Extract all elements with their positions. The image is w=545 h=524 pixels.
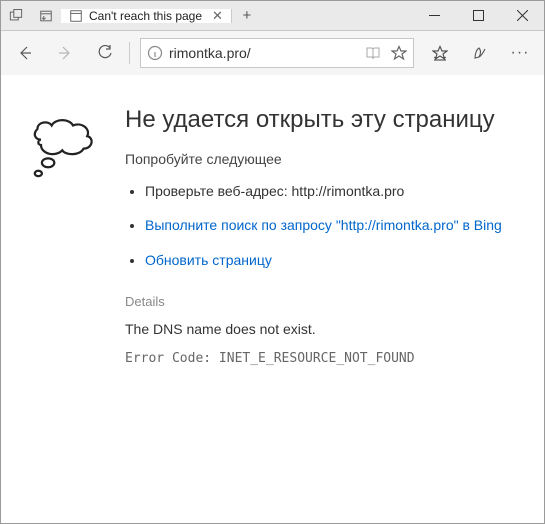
page-content: Не удается открыть эту страницу Попробуй… [1, 75, 544, 523]
details-message: The DNS name does not exist. [125, 321, 520, 337]
titlebar: Can't reach this page ✕ + [1, 1, 544, 31]
reading-view-icon[interactable] [365, 45, 381, 61]
thought-cloud-icon [25, 113, 105, 193]
search-bing-link[interactable]: Выполните поиск по запросу "http://rimon… [145, 217, 502, 233]
error-heading: Не удается открыть эту страницу [125, 105, 520, 135]
titlebar-left: Can't reach this page ✕ + [1, 1, 262, 30]
back-button[interactable] [7, 35, 43, 71]
check-prefix: Проверьте веб-адрес: [145, 183, 292, 199]
forward-button[interactable] [47, 35, 83, 71]
minimize-button[interactable] [412, 1, 456, 30]
check-url: http://rimontka.pro [292, 183, 405, 199]
address-bar[interactable]: rimontka.pro/ [140, 38, 414, 68]
browser-window: Can't reach this page ✕ + [0, 0, 545, 524]
suggestion-check-address: Проверьте веб-адрес: http://rimontka.pro [145, 181, 520, 201]
suggestion-refresh: Обновить страницу [145, 250, 520, 270]
error-body: Не удается открыть эту страницу Попробуй… [125, 105, 520, 513]
site-info-icon[interactable] [147, 45, 163, 61]
favorite-star-icon[interactable] [391, 45, 407, 61]
error-illustration [25, 105, 125, 513]
favorites-hub-button[interactable] [422, 35, 458, 71]
titlebar-spacer [262, 1, 412, 30]
suggestions-list: Проверьте веб-адрес: http://rimontka.pro… [125, 181, 520, 270]
window-controls [412, 1, 544, 30]
refresh-page-link[interactable]: Обновить страницу [145, 252, 272, 268]
error-code-label: Error Code: [125, 351, 219, 366]
toolbar-separator [129, 42, 130, 64]
maximize-button[interactable] [456, 1, 500, 30]
url-text[interactable]: rimontka.pro/ [169, 45, 359, 61]
refresh-button[interactable] [87, 35, 123, 71]
new-tab-button[interactable]: + [232, 7, 262, 24]
error-code-value: INET_E_RESOURCE_NOT_FOUND [219, 351, 415, 366]
more-menu-button[interactable]: ··· [502, 35, 538, 71]
more-icon: ··· [511, 44, 530, 62]
set-aside-tabs-button[interactable] [31, 9, 61, 23]
close-window-button[interactable] [500, 1, 544, 30]
page-icon [69, 9, 83, 23]
try-label: Попробуйте следующее [125, 151, 520, 167]
tab-close-button[interactable]: ✕ [212, 9, 223, 22]
tab-actions-button[interactable] [1, 9, 31, 23]
browser-tab[interactable]: Can't reach this page ✕ [61, 9, 232, 23]
error-code-line: Error Code: INET_E_RESOURCE_NOT_FOUND [125, 351, 520, 366]
address-actions [365, 45, 407, 61]
web-notes-button[interactable] [462, 35, 498, 71]
toolbar: rimontka.pro/ ··· [1, 31, 544, 75]
suggestion-search: Выполните поиск по запросу "http://rimon… [145, 215, 520, 235]
tab-title: Can't reach this page [89, 9, 202, 23]
details-heading: Details [125, 294, 520, 309]
